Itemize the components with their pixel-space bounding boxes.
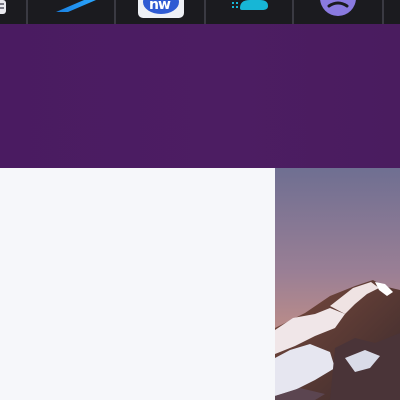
- app-tile-icon[interactable]: [0, 0, 8, 22]
- dock-separator: [114, 0, 116, 24]
- azure-devops-icon[interactable]: [50, 0, 100, 22]
- dock-separator: [204, 0, 206, 24]
- header-banner: [0, 24, 400, 168]
- dock-separator: [292, 0, 294, 24]
- cloud-storage-icon[interactable]: [226, 0, 274, 22]
- top-dock: nw: [0, 0, 400, 25]
- content-panel: [0, 168, 275, 400]
- dock-separator: [26, 0, 28, 24]
- mountain-photo: [275, 168, 400, 400]
- news-app-icon[interactable]: nw: [138, 0, 184, 22]
- news-app-badge: nw: [149, 0, 171, 13]
- dock-separator: [382, 0, 384, 24]
- sad-face-app-icon[interactable]: [318, 0, 362, 22]
